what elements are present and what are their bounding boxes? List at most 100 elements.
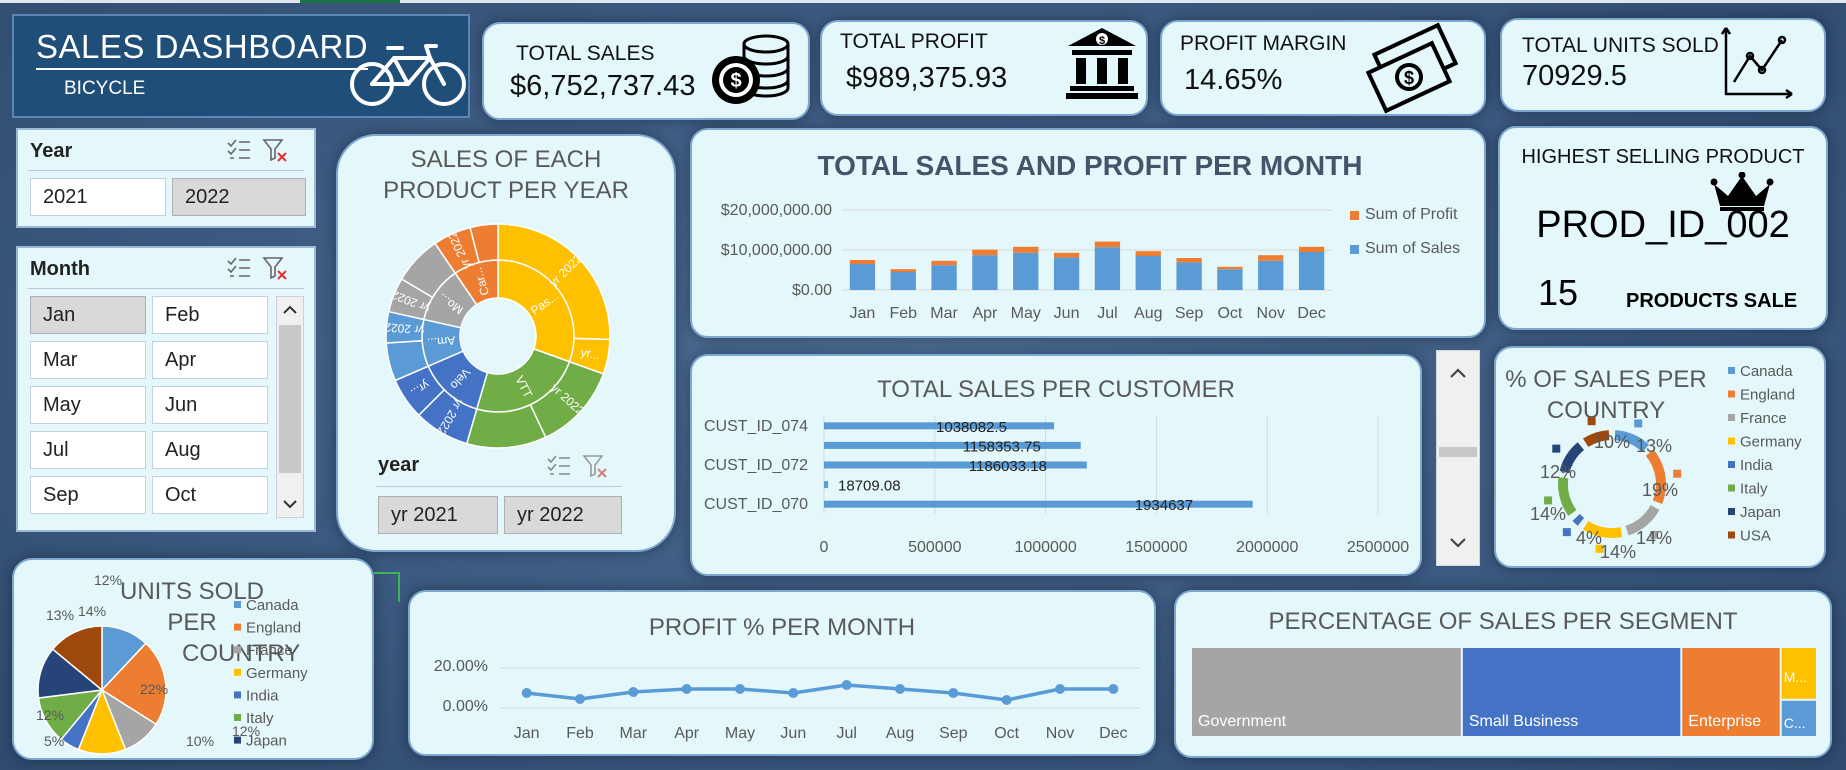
slicer-divider (28, 288, 304, 289)
kpi-total-sales: TOTAL SALES $6,752,737.43 $ (482, 22, 810, 120)
x-tick-label: Aug (1134, 305, 1162, 322)
profit-percent-card: PROFIT % PER MONTH 20.00% 0.00% Jan Feb Ma… (408, 590, 1156, 756)
sunburst-chart: Pas...VTTVeloAm...Mo...Car... yr 2022yr..… (383, 223, 611, 449)
month-slicer-scrollbar[interactable] (276, 296, 304, 518)
line-point (575, 694, 585, 704)
monthly-bar-chart: Jan Feb Mar Apr May Jun Jul Aug Sep Oct Nov Dec (842, 209, 1332, 322)
scroll-down-icon[interactable] (1450, 538, 1466, 548)
x-tick-label: Oct (1217, 305, 1242, 322)
donut-label: 13% (1636, 436, 1672, 456)
x-tick-label: Oct (994, 725, 1019, 742)
scroll-up-icon[interactable] (283, 305, 297, 314)
x-tick-label: 1000000 (1014, 539, 1076, 556)
year-slicer-item[interactable]: 2021 (30, 178, 166, 216)
pie-label: 5% (44, 733, 64, 749)
month-slicer-item[interactable]: Oct (152, 476, 268, 514)
donut-label: 19% (1642, 480, 1678, 500)
scroll-up-icon[interactable] (1450, 368, 1466, 378)
legend-swatch (1728, 508, 1735, 515)
country-donut-chart: 13%19%14%14%4%14%12%10%CanadaEnglandFran… (1530, 363, 1802, 562)
month-slicer-item[interactable]: Jan (30, 296, 146, 334)
line-point (1108, 684, 1119, 694)
month-slicer-item[interactable]: Mar (30, 341, 146, 379)
year-slicer-item[interactable]: 2022 (172, 178, 306, 216)
clear-filter-icon[interactable] (262, 139, 287, 162)
legend-swatch (234, 714, 241, 721)
kpi-label: TOTAL PROFIT (840, 30, 988, 53)
legend-swatch (1350, 210, 1359, 220)
profit-bar (1298, 246, 1325, 252)
legend-swatch (234, 691, 241, 699)
treemap-label: C... (1784, 715, 1806, 731)
title-line: PRODUCT PER YEAR (383, 177, 629, 205)
month-slicer-item[interactable]: Jun (152, 386, 268, 424)
segment-treemap: Government Small Business Enterprise M... C.… (1192, 648, 1816, 736)
x-tick-label: 2500000 (1347, 539, 1409, 556)
legend-swatch (234, 623, 241, 631)
legend-label: Canada (1740, 363, 1793, 380)
multi-select-icon[interactable] (227, 257, 250, 277)
profit-bar (1013, 246, 1039, 253)
chart-scrollbar[interactable] (1436, 350, 1480, 566)
legend-label: France (1740, 410, 1787, 427)
scroll-down-icon[interactable] (283, 500, 297, 509)
month-slicer-item[interactable]: Aug (152, 431, 268, 469)
multi-select-icon[interactable] (227, 139, 250, 159)
month-slicer-item[interactable]: Feb (152, 296, 268, 334)
legend-label: Italy (246, 710, 274, 727)
donut-label: 4% (1576, 528, 1602, 548)
legend-profit: Sum of Profit (1350, 206, 1457, 224)
profit-bar (1135, 251, 1161, 256)
kpi-total-units-sold: TOTAL UNITS SOLD 70929.5 (1500, 18, 1826, 112)
profit-bar (1217, 266, 1243, 270)
customer-bar (824, 481, 829, 489)
clear-filter-icon[interactable] (262, 257, 287, 280)
scroll-thumb[interactable] (1439, 447, 1477, 457)
legend-swatch (234, 736, 241, 744)
year-slicer-item[interactable]: yr 2022 (504, 496, 622, 534)
month-slicer-item[interactable]: Sep (30, 476, 146, 514)
month-slicer-item[interactable]: Jul (30, 431, 146, 469)
sales-bar (1298, 252, 1325, 290)
x-tick-label: Sep (939, 725, 968, 742)
year-slicer-item[interactable]: yr 2021 (378, 496, 498, 534)
legend-swatch (1728, 484, 1735, 492)
legend-swatch (1728, 437, 1735, 445)
data-label: 1186033.18 (969, 458, 1047, 475)
monthly-sales-profit-card: TOTAL SALES AND PROFIT PER MONTH $20,000… (690, 128, 1486, 338)
donut-label: 14% (1636, 528, 1672, 548)
kpi-label: PROFIT MARGIN (1180, 32, 1347, 55)
month-slicer-item[interactable]: Apr (152, 341, 268, 379)
pie-label: 12% (94, 572, 122, 588)
kpi-profit-margin: PROFIT MARGIN 14.65% $ (1160, 20, 1486, 116)
x-tick-label: 0 (820, 539, 829, 556)
multi-select-icon[interactable] (547, 455, 570, 475)
donut-marker (1634, 419, 1643, 428)
selected-cell-indicator (300, 0, 400, 3)
line-point (735, 684, 745, 694)
profit-bar (931, 260, 957, 266)
month-slicer-item[interactable]: May (30, 386, 146, 424)
sales-bar (1258, 260, 1284, 290)
slicer-title: Month (30, 258, 90, 280)
pie-label: 13% (46, 607, 74, 623)
units-pie-chart: 12%22%10%12%5%12%13% 14% CanadaEnglandFran… (36, 572, 308, 755)
sales-bar (931, 265, 957, 290)
dashboard-title-block: SALES DASHBOARD BICYCLE (12, 14, 470, 118)
sales-bar (1053, 257, 1080, 290)
profit-line (526, 683, 1114, 702)
donut-label: 14% (1530, 504, 1566, 524)
treemap-label: Small Business (1469, 713, 1578, 730)
line-point (948, 688, 959, 698)
x-tick-label: Jan (850, 305, 876, 322)
sales-bar (972, 255, 998, 290)
scroll-thumb[interactable] (279, 325, 301, 473)
legend-sales: Sum of Sales (1350, 240, 1460, 258)
sunburst-outer-segment (465, 403, 547, 449)
clear-filter-icon[interactable] (582, 455, 607, 478)
title-line: SALES OF EACH (410, 146, 602, 173)
kpi-value: $989,375.93 (846, 62, 1008, 94)
donut-marker (1552, 444, 1561, 453)
x-tick-label: Feb (566, 725, 594, 742)
coins-icon: $ (712, 34, 790, 104)
